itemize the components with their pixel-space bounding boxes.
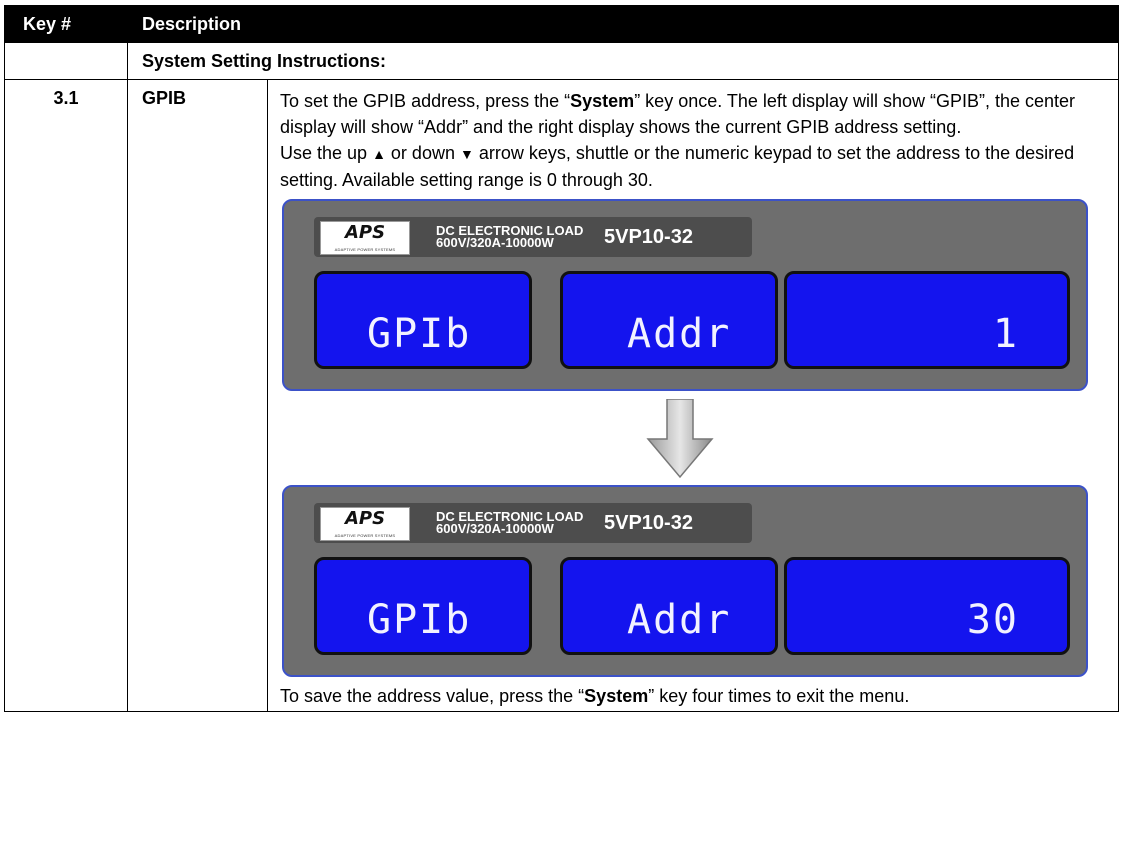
- up-arrow-icon: ▲: [372, 146, 386, 162]
- row-name: GPIB: [127, 79, 268, 712]
- center-display: Addr: [560, 271, 778, 369]
- aps-logo: APS ADAPTIVE POWER SYSTEMS: [320, 507, 410, 541]
- logo-text: APS: [344, 222, 386, 243]
- right-display-value: 30: [966, 597, 1019, 643]
- para1-text-a: To set the GPIB address, press the “: [280, 91, 571, 111]
- down-arrow-icon: ▼: [459, 146, 474, 162]
- right-display: 1: [784, 271, 1070, 369]
- front-panel-after: APS ADAPTIVE POWER SYSTEMS DC ELECTRONIC…: [282, 485, 1088, 677]
- row-description: To set the GPIB address, press the “Syst…: [267, 79, 1119, 712]
- instruction-paragraph-2: Use the up ▲ or down ▼ arrow keys, shutt…: [280, 140, 1110, 193]
- instructions-table: Key # Description System Setting Instruc…: [4, 5, 1119, 712]
- system-key-name: System: [570, 91, 635, 111]
- key-column-header: Key #: [4, 5, 128, 43]
- left-display-value: GPIb: [367, 597, 472, 643]
- aps-logo: APS ADAPTIVE POWER SYSTEMS: [320, 221, 410, 255]
- center-display-value: Addr: [627, 597, 732, 643]
- system-key-name: System: [584, 686, 649, 706]
- center-display: Addr: [560, 557, 778, 655]
- logo-subtext: ADAPTIVE POWER SYSTEMS: [334, 247, 396, 252]
- right-display-value: 1: [992, 311, 1019, 357]
- instruction-paragraph-3: To save the address value, press the “Sy…: [280, 683, 1110, 711]
- left-display: GPIb: [314, 557, 532, 655]
- left-display: GPIb: [314, 271, 532, 369]
- down-arrow-icon: [646, 399, 714, 479]
- table-header-row: Key # Description: [4, 5, 1119, 43]
- logo-text: APS: [344, 508, 386, 529]
- instruction-paragraph-1: To set the GPIB address, press the “Syst…: [280, 88, 1110, 140]
- front-panel-before: APS ADAPTIVE POWER SYSTEMS DC ELECTRONIC…: [282, 199, 1088, 391]
- model-number: 5VP10-32: [604, 226, 693, 248]
- product-line-2: 600V/320A-10000W: [436, 521, 554, 536]
- description-column-header: Description: [127, 5, 1119, 43]
- right-display: 30: [784, 557, 1070, 655]
- row-key: 3.1: [4, 79, 128, 712]
- para2-text-b: or down: [385, 143, 460, 163]
- section-row: System Setting Instructions:: [4, 42, 1119, 80]
- model-number: 5VP10-32: [604, 512, 693, 534]
- center-display-value: Addr: [627, 311, 732, 357]
- product-line-2: 600V/320A-10000W: [436, 235, 554, 250]
- product-badge: APS ADAPTIVE POWER SYSTEMS DC ELECTRONIC…: [314, 217, 752, 257]
- para3-text-a: To save the address value, press the “: [280, 686, 585, 706]
- left-display-value: GPIb: [367, 311, 472, 357]
- table-row: 3.1 GPIB To set the GPIB address, press …: [4, 79, 1119, 712]
- section-title: System Setting Instructions:: [127, 42, 1119, 80]
- logo-subtext: ADAPTIVE POWER SYSTEMS: [334, 533, 396, 538]
- para2-text-a: Use the up: [280, 143, 373, 163]
- transition-arrow: [280, 391, 1086, 485]
- section-key-cell: [4, 42, 128, 80]
- product-badge: APS ADAPTIVE POWER SYSTEMS DC ELECTRONIC…: [314, 503, 752, 543]
- para3-text-b: ” key four times to exit the menu.: [648, 686, 910, 706]
